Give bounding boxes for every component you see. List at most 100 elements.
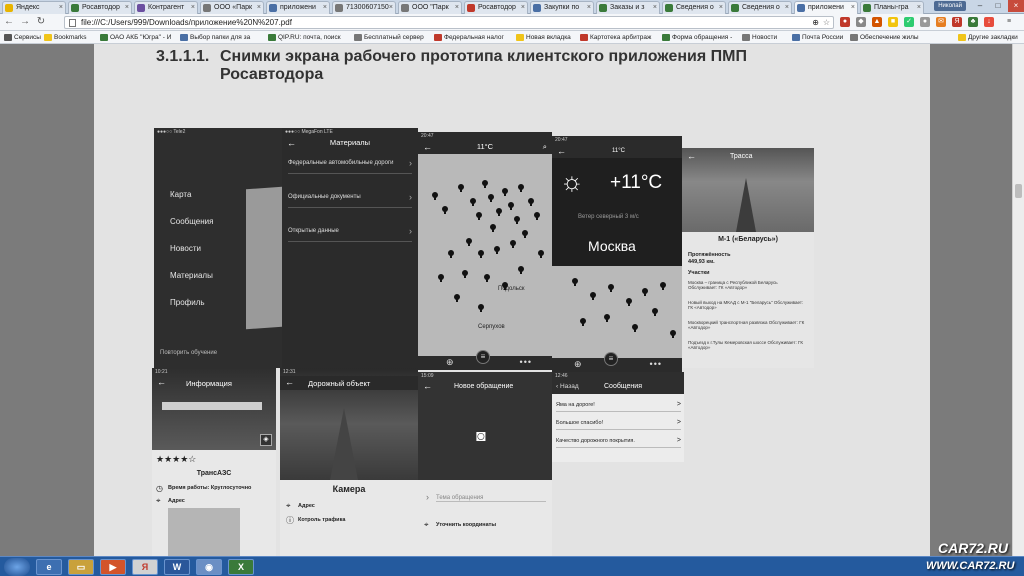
map-pin-icon[interactable]	[508, 202, 514, 210]
bookmark-item[interactable]: Обеспечение жилы	[850, 32, 932, 43]
map-pin-icon[interactable]	[490, 224, 496, 232]
back-arrow-icon[interactable]: ←	[423, 381, 432, 391]
map-pin-icon[interactable]	[510, 240, 516, 248]
star-icon[interactable]: ☆	[823, 17, 830, 28]
browser-tab[interactable]: Контрагент ×	[134, 1, 198, 14]
bookmark-item[interactable]: ОАО АКБ "Югра" - И	[100, 32, 178, 43]
menu-item[interactable]: Профиль	[170, 298, 205, 307]
tab-close-icon[interactable]: ×	[785, 2, 789, 13]
zoom-icon[interactable]: ⊕	[812, 17, 819, 28]
bookmark-item[interactable]: Почта России	[792, 32, 848, 43]
bookmark-item[interactable]: Сервисы	[4, 32, 42, 43]
map-view[interactable]: Подольск Серпухов	[418, 154, 552, 356]
scrollbar[interactable]	[1012, 44, 1024, 556]
extension-icon[interactable]: ▲	[872, 17, 882, 27]
coords-button[interactable]: Уточнить координаты	[436, 522, 496, 528]
leaf-icon[interactable]: ♣	[968, 17, 978, 27]
map-pin-icon[interactable]	[494, 246, 500, 254]
messages-back[interactable]: ‹ Назад	[556, 383, 579, 390]
map-pin-icon[interactable]	[572, 278, 578, 286]
tab-close-icon[interactable]: ×	[851, 2, 855, 13]
map-pin-icon[interactable]	[632, 324, 638, 332]
yandex-icon[interactable]: Я	[952, 17, 962, 27]
scroll-thumb[interactable]	[1015, 184, 1022, 198]
tab-close-icon[interactable]: ×	[257, 2, 261, 13]
more-icon[interactable]: •••	[520, 357, 532, 367]
tab-close-icon[interactable]: ×	[389, 2, 393, 13]
map-pin-icon[interactable]	[442, 206, 448, 214]
message-row[interactable]: Большое спасибо! >	[556, 416, 681, 430]
menu-footer[interactable]: Повторить обучение	[160, 350, 217, 356]
browser-tab[interactable]: Росавтодор ×	[464, 1, 528, 14]
check-icon[interactable]: ✓	[904, 17, 914, 27]
browser-tab[interactable]: Яндекс ×	[2, 1, 66, 14]
map-pin-icon[interactable]	[522, 230, 528, 238]
back-icon[interactable]: ←	[2, 15, 16, 29]
bookmark-item[interactable]: QIP.RU: почта, поиск	[268, 32, 352, 43]
ie-icon[interactable]: e	[36, 559, 62, 575]
map-pin-icon[interactable]	[438, 274, 444, 282]
browser-tab[interactable]: Заказы и з ×	[596, 1, 660, 14]
photo-area[interactable]: 15:09 ← Новое обращение ◙	[418, 372, 552, 480]
map-pin-icon[interactable]	[502, 188, 508, 196]
tab-close-icon[interactable]: ×	[323, 2, 327, 13]
map-pin-icon[interactable]	[476, 212, 482, 220]
map-pin-icon[interactable]	[482, 180, 488, 188]
more-icon[interactable]: •••	[650, 359, 662, 369]
back-arrow-icon[interactable]: ←	[557, 144, 566, 158]
tab-close-icon[interactable]: ×	[59, 2, 63, 13]
tab-close-icon[interactable]: ×	[455, 2, 459, 13]
user-badge[interactable]: Николай	[934, 1, 966, 11]
search-icon[interactable]: ⌕	[543, 140, 547, 154]
browser-tab[interactable]: 71300607150 ×	[332, 1, 396, 14]
explorer-icon[interactable]: ▭	[68, 559, 94, 575]
browser-tab[interactable]: ООО "Парк ×	[398, 1, 462, 14]
bookmark-item[interactable]: Выбор папки для за	[180, 32, 266, 43]
map-pin-icon[interactable]	[518, 266, 524, 274]
map-pin-icon[interactable]	[488, 194, 494, 202]
location-icon[interactable]: ⊕	[446, 357, 454, 368]
word-icon[interactable]: W	[164, 559, 190, 575]
map-pin-icon[interactable]	[514, 216, 520, 224]
menu-item[interactable]: Карта	[170, 190, 191, 199]
road-segment[interactable]: Москва – граница с Республикой Беларусь …	[688, 280, 808, 290]
browser-tab[interactable]: приложени ×	[794, 1, 858, 14]
map-pin-icon[interactable]	[470, 198, 476, 206]
materials-row[interactable]: Федеральные автомобильные дороги ›	[288, 152, 412, 174]
map-pin-icon[interactable]	[518, 184, 524, 192]
browser-tab[interactable]: ООО «Парк ×	[200, 1, 264, 14]
road-segment[interactable]: Подъезд к г.Тулы Кемеровская шоссе Обслу…	[688, 340, 808, 350]
map-pin-icon[interactable]	[462, 270, 468, 278]
message-row[interactable]: Яма на дороге! >	[556, 398, 681, 412]
back-arrow-icon[interactable]: ←	[285, 377, 294, 387]
road-segment[interactable]: Новый выход на МКАД с М-1 "Беларусь" Обс…	[688, 300, 808, 310]
forward-icon[interactable]: →	[18, 15, 32, 29]
materials-row[interactable]: Открытые данные ›	[288, 220, 412, 242]
mail-icon[interactable]: ✉	[936, 17, 946, 27]
map-pin-icon[interactable]	[580, 318, 586, 326]
media-player-icon[interactable]: ▶	[100, 559, 126, 575]
filter-button[interactable]: ≡	[476, 350, 490, 364]
tab-close-icon[interactable]: ×	[125, 2, 129, 13]
location-icon[interactable]: ⊕	[574, 359, 582, 370]
map-pin-icon[interactable]	[478, 250, 484, 258]
bookmark-item[interactable]: Форма обращения -	[662, 32, 740, 43]
map-pin-icon[interactable]	[458, 184, 464, 192]
map-pin-icon[interactable]	[496, 208, 502, 216]
map-pin-icon[interactable]	[484, 274, 490, 282]
map-pin-icon[interactable]	[590, 292, 596, 300]
map-pin-icon[interactable]	[652, 308, 658, 316]
message-row[interactable]: Качество дорожного покрытия. >	[556, 434, 681, 448]
maximize-icon[interactable]: □	[990, 0, 1006, 12]
filter-button[interactable]: ≡	[604, 352, 618, 366]
bookmark-item[interactable]: Bookmarks	[44, 32, 98, 43]
map-pin-icon[interactable]	[534, 212, 540, 220]
map-pin-icon[interactable]	[538, 250, 544, 258]
map-pin-icon[interactable]	[502, 282, 508, 290]
excel-icon[interactable]: X	[228, 559, 254, 575]
map-pin-icon[interactable]	[670, 330, 676, 338]
close-icon[interactable]: ×	[1008, 0, 1024, 12]
route-icon[interactable]: ◈	[260, 434, 272, 446]
download-icon[interactable]: ↓	[984, 17, 994, 27]
tab-close-icon[interactable]: ×	[653, 2, 657, 13]
